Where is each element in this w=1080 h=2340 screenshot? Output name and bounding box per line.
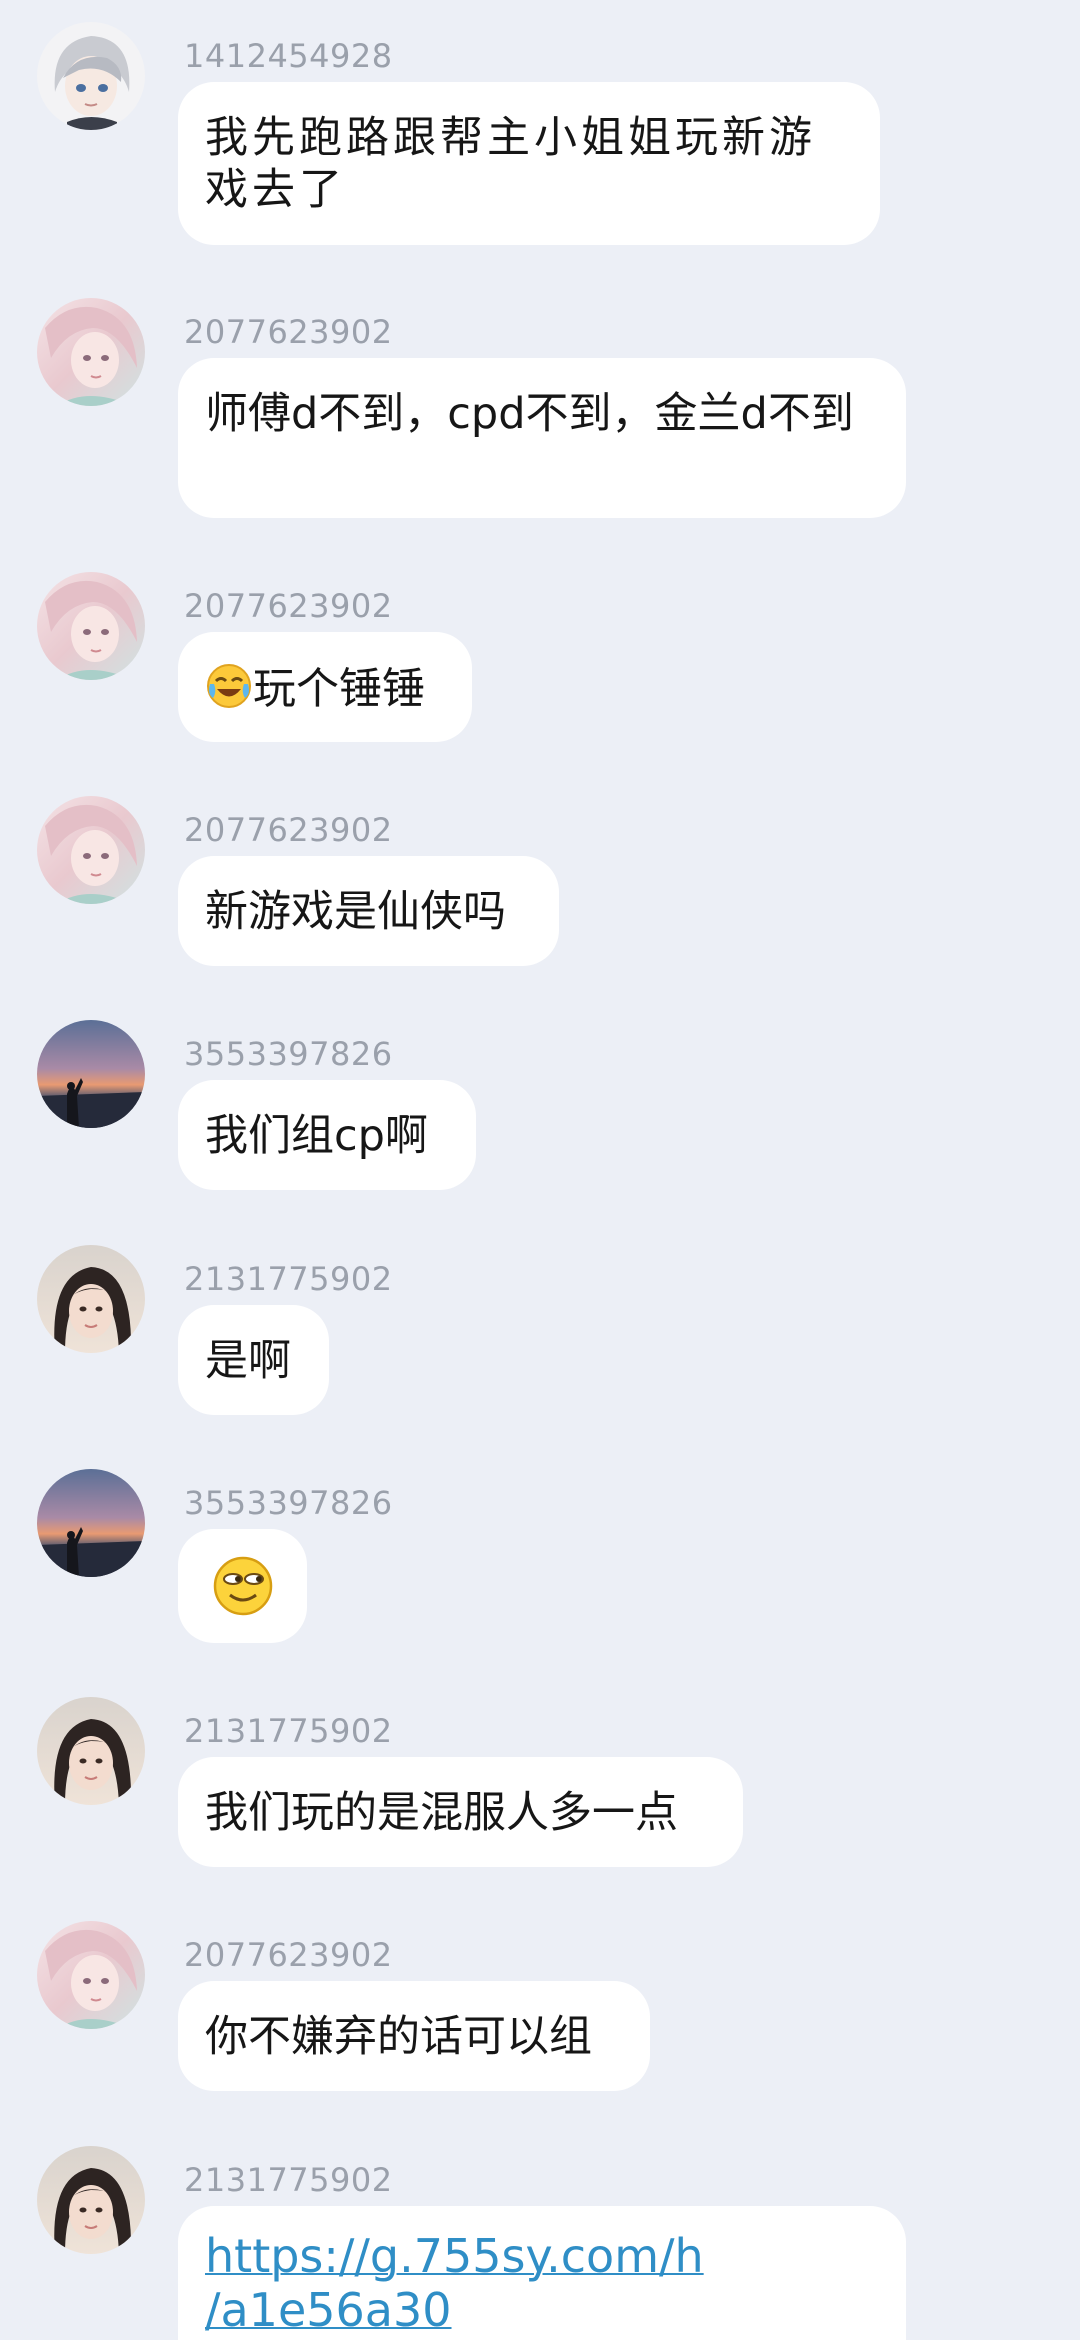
sender-id: 2077623902 — [184, 587, 393, 625]
link-line-2: /a1e56a30 — [205, 2283, 452, 2337]
message-link[interactable]: https://g.755sy.com/h/a1e56a30 — [205, 2229, 704, 2337]
message-bubble[interactable]: 玩个锤锤 — [178, 632, 472, 742]
sender-id: 2077623902 — [184, 313, 393, 351]
girl-photo-avatar[interactable] — [37, 2146, 145, 2254]
message-text: 师傅d不到，cpd不到，金兰d不到 — [205, 389, 854, 439]
anime-girl-avatar[interactable] — [37, 796, 145, 904]
anime-girl-avatar[interactable] — [37, 572, 145, 680]
message-text: 你不嫌弃的话可以组 — [205, 2012, 592, 2062]
sender-id: 2077623902 — [184, 1936, 393, 1974]
anime-girl-avatar[interactable] — [37, 298, 145, 406]
message-bubble[interactable]: 新游戏是仙侠吗 — [178, 856, 559, 966]
message-text: 玩个锤锤 — [253, 664, 425, 715]
message-bubble[interactable]: 是啊 — [178, 1305, 329, 1415]
sender-id: 1412454928 — [184, 37, 393, 75]
silver-hair-anime-avatar[interactable] — [37, 22, 145, 130]
side-eye-smile-emoji — [212, 1555, 274, 1629]
message-bubble[interactable]: 我先跑路跟帮主小姐姐玩新游戏去了 — [178, 82, 880, 245]
message-bubble[interactable]: 师傅d不到，cpd不到，金兰d不到 — [178, 358, 906, 518]
sender-id: 2077623902 — [184, 811, 393, 849]
chat-message-list[interactable]: 1412454928 我先跑路跟帮主小姐姐玩新游戏去了 2077623902 师… — [0, 0, 1080, 2340]
message-bubble[interactable]: 我们玩的是混服人多一点 — [178, 1757, 743, 1867]
anime-girl-avatar[interactable] — [37, 1921, 145, 2029]
sunset-silhouette-avatar[interactable] — [37, 1020, 145, 1128]
sunset-silhouette-avatar[interactable] — [37, 1469, 145, 1577]
sender-id: 3553397826 — [184, 1484, 393, 1522]
message-text: 新游戏是仙侠吗 — [205, 887, 506, 937]
message-text: 我们玩的是混服人多一点 — [205, 1788, 678, 1838]
sender-id: 2131775902 — [184, 1712, 393, 1750]
message-bubble[interactable]: 我们组cp啊 — [178, 1080, 476, 1190]
sender-id: 2131775902 — [184, 1260, 393, 1298]
girl-photo-avatar[interactable] — [37, 1697, 145, 1805]
sender-id: 2131775902 — [184, 2161, 393, 2199]
message-bubble[interactable] — [178, 1529, 307, 1643]
message-text: 我们组cp啊 — [205, 1111, 428, 1161]
message-text: 我先跑路跟帮主小姐姐玩新游戏去了 — [205, 113, 816, 215]
sender-id: 3553397826 — [184, 1035, 393, 1073]
link-line-1: https://g.755sy.com/h — [205, 2229, 704, 2283]
laughing-crying-emoji — [205, 662, 253, 722]
message-bubble[interactable]: 你不嫌弃的话可以组 — [178, 1981, 650, 2091]
message-bubble[interactable]: https://g.755sy.com/h/a1e56a30 — [178, 2206, 906, 2340]
girl-photo-avatar[interactable] — [37, 1245, 145, 1353]
message-text: 是啊 — [205, 1336, 291, 1386]
